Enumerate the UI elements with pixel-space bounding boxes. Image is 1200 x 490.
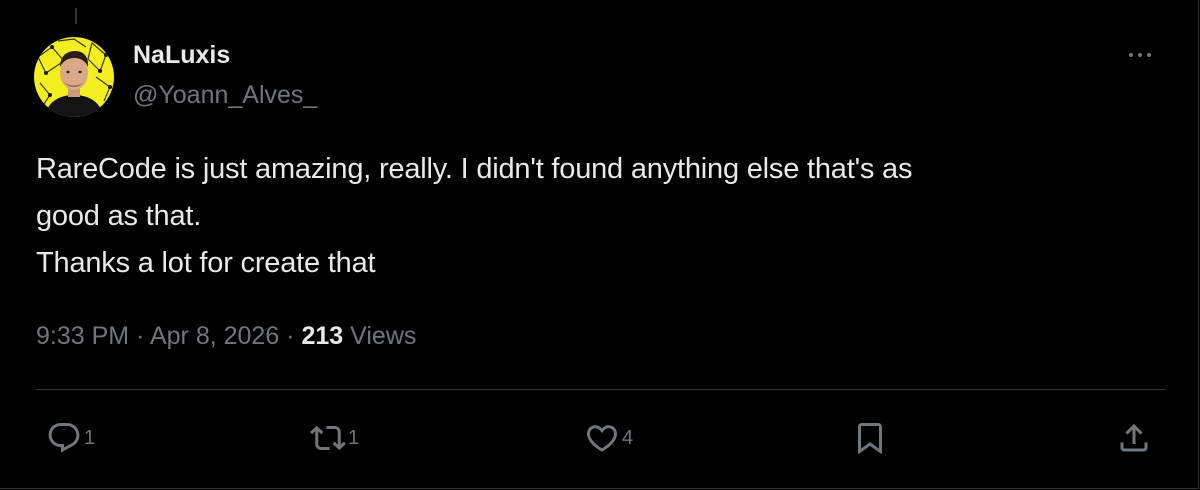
tweet-text: RareCode is just amazing, really. I didn… [36, 146, 1166, 287]
more-dot-icon [1129, 53, 1133, 57]
bookmark-button[interactable] [852, 418, 888, 458]
avatar[interactable] [34, 37, 114, 117]
tweet-time[interactable]: 9:33 PM [36, 322, 129, 350]
tweet-text-line: Thanks a lot for create that [36, 247, 376, 279]
like-count: 4 [622, 426, 634, 449]
heart-icon [586, 425, 618, 452]
author-display-name[interactable]: NaLuxis [133, 40, 230, 70]
tweet-meta: 9:33 PM · Apr 8, 2026 · 213 Views [36, 318, 416, 354]
share-button[interactable] [1116, 418, 1152, 458]
like-button[interactable]: 4 [584, 418, 633, 458]
reply-icon [48, 423, 80, 453]
bookmark-icon [858, 423, 882, 455]
more-dot-icon [1147, 53, 1151, 57]
views-label: Views [350, 322, 417, 350]
tweet-date[interactable]: Apr 8, 2026 [150, 322, 279, 350]
thread-connector-line [75, 8, 77, 24]
meta-separator: · [286, 322, 295, 350]
author-handle[interactable]: @Yoann_Alves_ [133, 80, 317, 110]
more-dot-icon [1138, 53, 1142, 57]
avatar-image [34, 37, 114, 117]
repost-icon [310, 425, 346, 451]
reply-count: 1 [84, 426, 96, 449]
divider [36, 389, 1166, 390]
tweet-card: NaLuxis @Yoann_Alves_ RareCode is just a… [0, 0, 1199, 489]
tweet-text-line: good as that. [36, 200, 202, 232]
more-options-button[interactable] [1118, 38, 1162, 72]
repost-count: 1 [348, 426, 360, 449]
meta-separator: · [136, 322, 145, 350]
views-count: 213 [301, 322, 344, 350]
tweet-text-line: RareCode is just amazing, really. I didn… [36, 153, 913, 185]
share-icon [1120, 423, 1148, 452]
repost-button[interactable]: 1 [310, 418, 359, 458]
reply-button[interactable]: 1 [46, 418, 95, 458]
